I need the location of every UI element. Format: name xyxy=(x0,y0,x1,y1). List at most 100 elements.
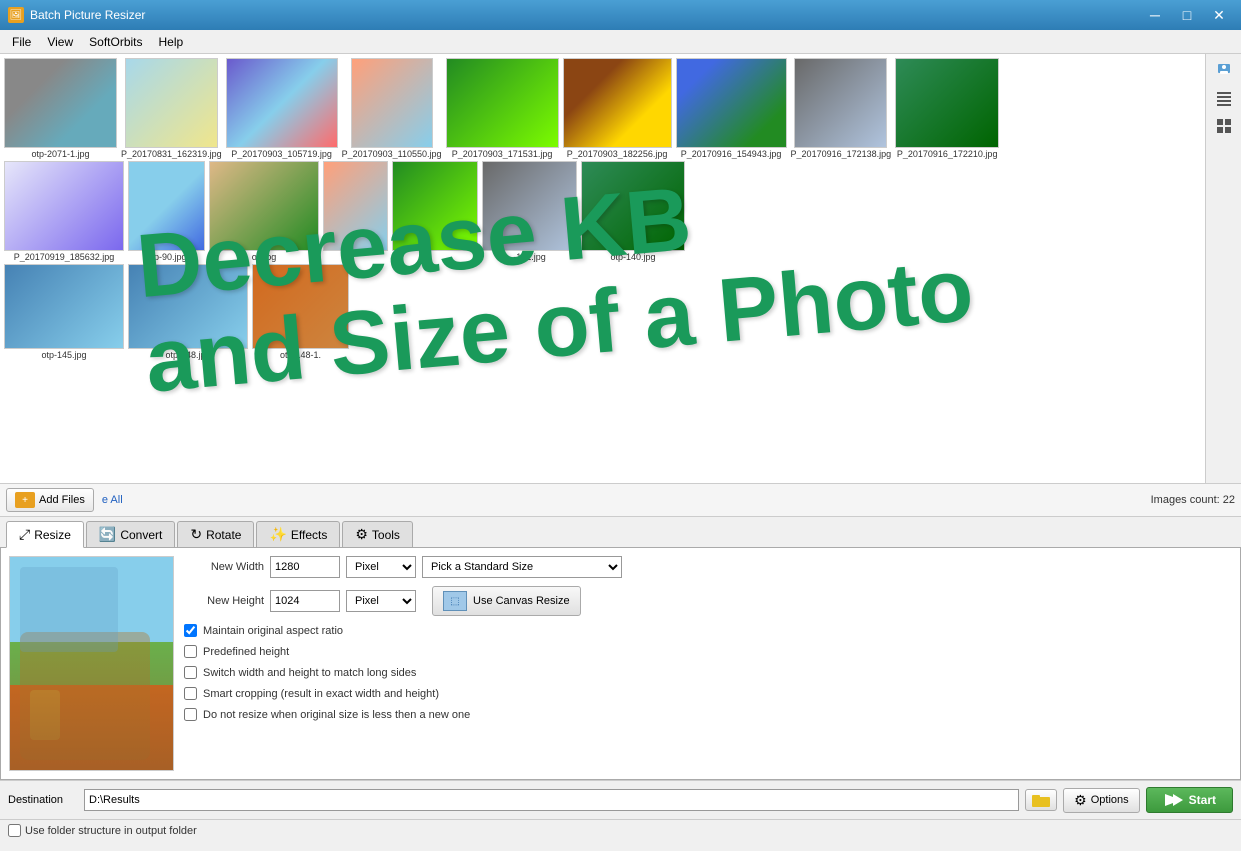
thumb-row-1: otp-2071-1.jpg P_20170831_162319.jpg P_2… xyxy=(4,58,1237,159)
list-item[interactable]: P_20170903_182256.jpg xyxy=(563,58,672,159)
start-label: Start xyxy=(1189,793,1216,807)
thumb-label: P_20170903_171531.jpg xyxy=(452,149,553,159)
app-icon: 🖼 xyxy=(8,7,24,23)
list-item[interactable]: P_20170916_154943.jpg xyxy=(676,58,787,159)
switch-sides-checkbox[interactable] xyxy=(184,666,197,679)
menu-view[interactable]: View xyxy=(39,30,81,53)
tab-resize-label: Resize xyxy=(34,528,71,542)
smart-crop-checkbox[interactable] xyxy=(184,687,197,700)
rotate-icon: ↻ xyxy=(190,526,202,543)
thumb-label: P_20170916_172210.jpg xyxy=(897,149,998,159)
thumb-label: otp-90.jpg xyxy=(146,252,186,262)
width-row: New Width Pixel Percent cm mm inch Pick … xyxy=(184,556,1232,578)
resize-icon: ⤢ xyxy=(19,526,30,543)
list-item[interactable] xyxy=(392,161,478,252)
person-icon[interactable] xyxy=(1210,58,1238,82)
list-item[interactable]: P_20170919_185632.jpg xyxy=(4,161,124,262)
list-view-icon[interactable] xyxy=(1210,86,1238,110)
thumb-label: -131.jpg xyxy=(513,252,546,262)
thumb-label: otp-2071-1.jpg xyxy=(31,149,89,159)
destination-label: Destination xyxy=(8,794,78,806)
use-folder-row: Use folder structure in output folder xyxy=(8,824,197,837)
switch-sides-label[interactable]: Switch width and height to match long si… xyxy=(203,667,416,679)
content-panel: New Width Pixel Percent cm mm inch Pick … xyxy=(0,548,1241,780)
tab-convert[interactable]: 🔄 Convert xyxy=(86,521,175,547)
tab-tools-label: Tools xyxy=(372,528,400,542)
width-input[interactable] xyxy=(270,556,340,578)
tab-resize[interactable]: ⤢ Resize xyxy=(6,521,84,548)
maintain-aspect-label[interactable]: Maintain original aspect ratio xyxy=(203,625,343,637)
use-folder-checkbox[interactable] xyxy=(8,824,21,837)
tools-icon: ⚙ xyxy=(355,526,368,543)
add-files-button[interactable]: + Add Files xyxy=(6,488,94,512)
start-button[interactable]: Start xyxy=(1146,787,1233,813)
gear-icon: ⚙ xyxy=(1074,792,1087,809)
list-item[interactable] xyxy=(323,161,388,252)
use-folder-label[interactable]: Use folder structure in output folder xyxy=(25,825,197,837)
height-input[interactable] xyxy=(270,590,340,612)
thumb-label: P_20170919_185632.jpg xyxy=(14,252,115,262)
start-arrow-icon xyxy=(1163,792,1183,808)
convert-icon: 🔄 xyxy=(99,526,116,543)
list-item[interactable]: otp-140.jpg xyxy=(581,161,685,262)
list-item[interactable]: otp-145.jpg xyxy=(4,264,124,360)
thumb-label: P_20170916_172138.jpg xyxy=(791,149,892,159)
thumb-label: otp-145.jpg xyxy=(41,350,86,360)
remove-all-link[interactable]: e All xyxy=(102,494,123,506)
list-item[interactable]: o6.jpg xyxy=(209,161,319,262)
main-content: otp-2071-1.jpg P_20170831_162319.jpg P_2… xyxy=(0,54,1241,851)
predefined-height-label[interactable]: Predefined height xyxy=(203,646,289,658)
list-item[interactable]: P_20170903_171531.jpg xyxy=(446,58,559,159)
thumb-label: P_20170903_182256.jpg xyxy=(567,149,668,159)
title-bar: 🖼 Batch Picture Resizer ─ □ ✕ xyxy=(0,0,1241,30)
maintain-aspect-checkbox[interactable] xyxy=(184,624,197,637)
destination-input[interactable] xyxy=(84,789,1019,811)
thumb-row-3: otp-145.jpg otp-148.jpg otp-148-1. xyxy=(4,264,1237,360)
thumb-label: P_20170903_110550.jpg xyxy=(342,149,442,159)
list-item[interactable]: otp-2071-1.jpg xyxy=(4,58,117,159)
sidebar-panel xyxy=(1205,54,1241,483)
predefined-height-checkbox[interactable] xyxy=(184,645,197,658)
new-width-label: New Width xyxy=(184,561,264,573)
no-resize-checkbox[interactable] xyxy=(184,708,197,721)
list-item[interactable]: P_20170916_172138.jpg xyxy=(791,58,892,159)
list-item[interactable]: -131.jpg xyxy=(482,161,577,262)
browse-button[interactable] xyxy=(1025,789,1057,811)
app-title: Batch Picture Resizer xyxy=(30,8,1141,22)
close-button[interactable]: ✕ xyxy=(1205,5,1233,25)
add-files-label: Add Files xyxy=(39,494,85,506)
menu-softorbits[interactable]: SoftOrbits xyxy=(81,30,150,53)
menu-help[interactable]: Help xyxy=(151,30,192,53)
smart-crop-label[interactable]: Smart cropping (result in exact width an… xyxy=(203,688,439,700)
list-item[interactable]: P_20170916_172210.jpg xyxy=(895,58,999,159)
canvas-resize-button[interactable]: ⬚ Use Canvas Resize xyxy=(432,586,581,616)
height-unit-select[interactable]: Pixel Percent cm mm inch xyxy=(346,590,416,612)
grid-view-icon[interactable] xyxy=(1210,114,1238,138)
list-item[interactable]: P_20170903_110550.jpg xyxy=(342,58,442,159)
maximize-button[interactable]: □ xyxy=(1173,5,1201,25)
thumb-label: P_20170903_105719.jpg xyxy=(231,149,332,159)
list-item[interactable]: P_20170831_162319.jpg xyxy=(121,58,222,159)
tab-tools[interactable]: ⚙ Tools xyxy=(342,521,413,547)
thumb-row-2: P_20170919_185632.jpg otp-90.jpg o6.jpg xyxy=(4,161,1237,262)
no-resize-row: Do not resize when original size is less… xyxy=(184,708,1232,721)
list-item[interactable]: otp-90.jpg xyxy=(128,161,205,262)
images-count: Images count: 22 xyxy=(1151,494,1235,506)
list-item[interactable]: otp-148-1. xyxy=(252,264,349,360)
canvas-resize-label: Use Canvas Resize xyxy=(473,595,570,607)
list-item[interactable]: otp-148.jpg xyxy=(128,264,248,360)
tabs-bar: ⤢ Resize 🔄 Convert ↻ Rotate ✨ Effects ⚙ … xyxy=(0,517,1241,548)
standard-size-select[interactable]: Pick a Standard Size 640x480 800x600 102… xyxy=(422,556,622,578)
menu-bar: File View SoftOrbits Help xyxy=(0,30,1241,54)
bottom-area: + Add Files e All Images count: 22 ⤢ Res… xyxy=(0,484,1241,851)
menu-file[interactable]: File xyxy=(4,30,39,53)
minimize-button[interactable]: ─ xyxy=(1141,5,1169,25)
no-resize-label[interactable]: Do not resize when original size is less… xyxy=(203,709,470,721)
tab-effects[interactable]: ✨ Effects xyxy=(256,521,340,547)
options-button[interactable]: ⚙ Options xyxy=(1063,788,1139,813)
list-item[interactable]: P_20170903_105719.jpg xyxy=(226,58,338,159)
thumb-label: P_20170831_162319.jpg xyxy=(121,149,222,159)
width-unit-select[interactable]: Pixel Percent cm mm inch xyxy=(346,556,416,578)
tab-rotate[interactable]: ↻ Rotate xyxy=(177,521,254,547)
tab-rotate-label: Rotate xyxy=(206,528,241,542)
